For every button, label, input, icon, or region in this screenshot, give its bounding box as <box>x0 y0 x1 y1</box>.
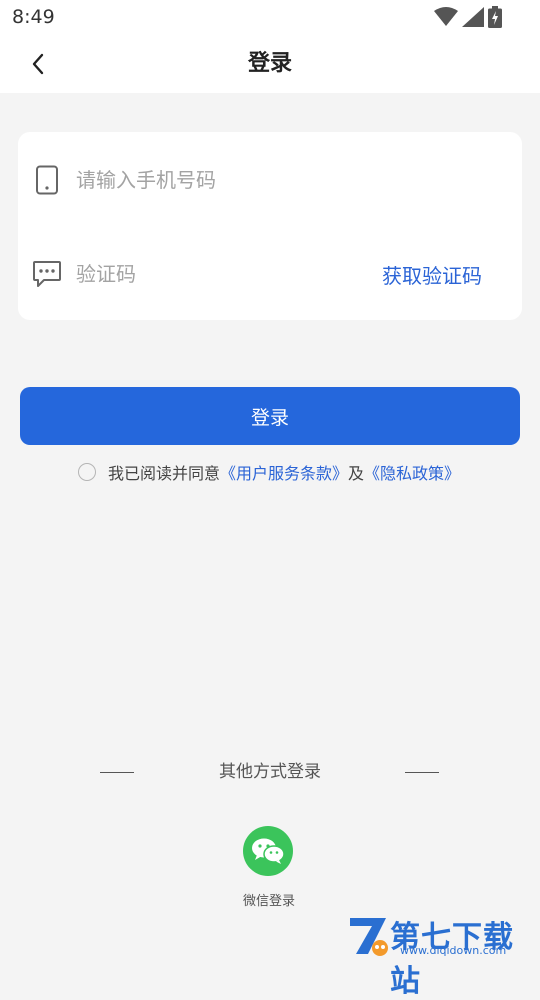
phone-row <box>18 150 522 210</box>
agreement-checkbox[interactable] <box>78 463 96 481</box>
battery-charging-icon <box>488 6 502 28</box>
phone-icon <box>32 165 62 195</box>
agreement-row: 我已阅读并同意 《用户服务条款》 及 《隐私政策》 <box>78 461 460 483</box>
message-icon <box>32 259 62 289</box>
privacy-link[interactable]: 《隐私政策》 <box>364 460 460 484</box>
login-form-card: 获取验证码 <box>18 132 522 320</box>
divider-line-right <box>405 772 439 773</box>
wifi-icon <box>434 7 458 26</box>
watermark: 第七下载站 www.diqidown.com <box>346 908 538 999</box>
watermark-url: www.diqidown.com <box>400 944 507 957</box>
watermark-logo-icon <box>350 918 388 956</box>
terms-link[interactable]: 《用户服务条款》 <box>220 460 348 484</box>
verification-code-input[interactable] <box>76 254 356 294</box>
wechat-icon <box>252 838 285 864</box>
phone-input[interactable] <box>76 160 366 200</box>
other-login-heading: 其他方式登录 <box>219 762 321 782</box>
status-icons <box>434 6 502 28</box>
status-time: 8:49 <box>12 6 55 28</box>
agreement-conjunction: 及 <box>348 464 365 483</box>
other-login-divider: 其他方式登录 <box>0 760 540 784</box>
wechat-login-button[interactable] <box>243 826 293 876</box>
signal-icon <box>462 7 484 27</box>
top-bar: 8:49 登录 <box>0 0 540 93</box>
wechat-login-label: 微信登录 <box>242 894 295 909</box>
code-row: 获取验证码 <box>18 244 522 304</box>
agreement-prefix: 我已阅读并同意 <box>108 464 221 483</box>
page-title: 登录 <box>247 51 292 76</box>
login-button[interactable]: 登录 <box>20 387 520 445</box>
get-code-button[interactable]: 获取验证码 <box>382 260 482 289</box>
